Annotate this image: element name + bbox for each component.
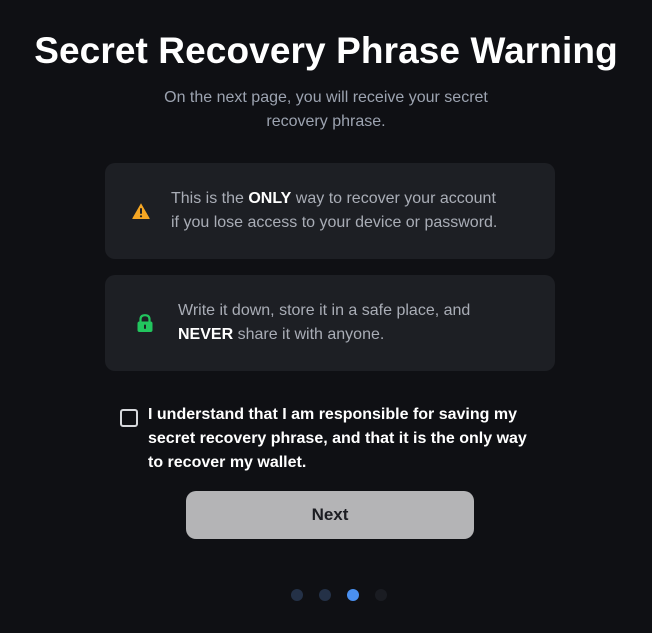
warning-card: This is the ONLY way to recover your acc… — [105, 163, 555, 259]
warning-card-line: if you lose access to your device or pas… — [171, 214, 498, 231]
pagination-dot — [291, 589, 303, 601]
subtitle-line: On the next page, you will receive your … — [164, 89, 488, 106]
warning-icon — [132, 203, 150, 219]
next-button[interactable]: Next — [186, 491, 474, 539]
consent-checkbox[interactable] — [120, 409, 138, 427]
security-card-text: Write it down, store it in a safe place,… — [178, 299, 538, 347]
emphasis-never: NEVER — [178, 326, 234, 343]
consent-line: secret recovery phrase, and that it is t… — [148, 430, 527, 447]
page-subtitle: On the next page, you will receive your … — [0, 86, 652, 134]
pagination-dot — [347, 589, 359, 601]
security-card-line: NEVER share it with anyone. — [178, 326, 385, 343]
emphasis-only: ONLY — [248, 190, 292, 207]
lock-icon — [137, 314, 153, 332]
consent-label[interactable]: I understand that I am responsible for s… — [148, 403, 548, 475]
pagination-dot — [319, 589, 331, 601]
warning-card-line: This is the ONLY way to recover your acc… — [171, 190, 496, 207]
security-card-line: Write it down, store it in a safe place,… — [178, 302, 471, 319]
consent-line: I understand that I am responsible for s… — [148, 406, 517, 423]
warning-card-text: This is the ONLY way to recover your acc… — [171, 187, 541, 235]
subtitle-line: recovery phrase. — [266, 113, 386, 130]
pagination-dot — [375, 589, 387, 601]
consent-line: to recover my wallet. — [148, 454, 307, 471]
page-title: Secret Recovery Phrase Warning — [34, 30, 618, 71]
security-card: Write it down, store it in a safe place,… — [105, 275, 555, 371]
